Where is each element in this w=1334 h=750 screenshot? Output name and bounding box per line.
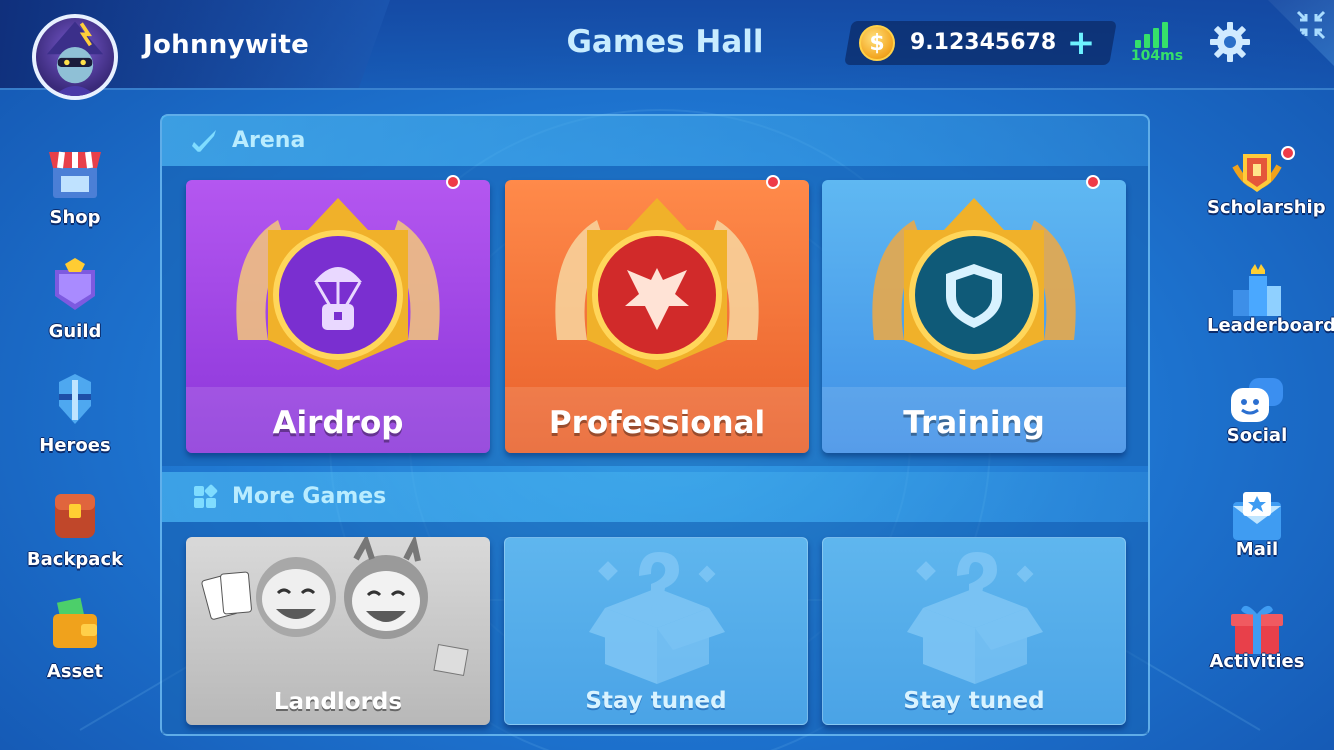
coin-icon: $ <box>859 25 895 61</box>
professional-emblem-icon <box>555 198 759 370</box>
arena-card-professional[interactable]: Professional <box>505 180 809 453</box>
nav-asset[interactable]: Asset <box>25 596 125 686</box>
backpack-icon <box>55 494 95 538</box>
arena-title: Arena <box>232 128 306 153</box>
arena-card-airdrop[interactable]: Airdrop <box>186 180 490 453</box>
game-card-landlords[interactable]: Landlords <box>186 537 490 725</box>
nav-shop-label: Shop <box>49 207 101 228</box>
game-card-stay-tuned-2-label: Stay tuned <box>903 688 1045 714</box>
arena-card-professional-label: Professional <box>548 405 766 441</box>
game-card-stay-tuned-1[interactable]: Stay tuned <box>504 537 808 725</box>
nav-social[interactable]: Social <box>1207 374 1307 464</box>
arena-card-airdrop-label: Airdrop <box>272 405 404 441</box>
game-card-stay-tuned-2[interactable]: Stay tuned <box>822 537 1126 725</box>
nav-backpack-label: Backpack <box>26 549 124 570</box>
balance-value: 9.12345678 <box>910 30 1057 55</box>
mystery-box-icon <box>907 552 1043 684</box>
nav-asset-label: Asset <box>46 661 104 682</box>
page-title: Games Hall <box>566 24 764 60</box>
training-emblem-icon <box>872 198 1076 370</box>
nav-mail-label: Mail <box>1235 539 1279 560</box>
arena-card-training[interactable]: Training <box>822 180 1126 453</box>
nav-activities-label: Activities <box>1209 651 1305 672</box>
ping-value: 104ms <box>1130 48 1184 64</box>
grid-icon <box>194 484 218 508</box>
more-games-title: More Games <box>232 484 387 509</box>
nav-scholarship-label: Scholarship <box>1207 197 1326 218</box>
arena-card-training-label: Training <box>903 405 1045 441</box>
nav-guild-label: Guild <box>48 321 102 342</box>
arena-header: Arena <box>162 116 1148 166</box>
leaderboard-icon <box>1233 264 1281 316</box>
training-notification-dot <box>1086 175 1100 189</box>
add-funds-button[interactable]: + <box>1066 26 1096 60</box>
more-games-header: More Games <box>162 472 1148 522</box>
arena-swords-icon <box>192 130 216 152</box>
game-card-landlords-label: Landlords <box>273 689 403 715</box>
nav-shop[interactable]: Shop <box>25 142 125 232</box>
signal-icon <box>1135 20 1175 48</box>
nav-heroes-label: Heroes <box>39 435 111 456</box>
nav-activities[interactable]: Activities <box>1207 600 1307 690</box>
guild-icon <box>55 258 95 310</box>
landlords-art <box>201 537 469 676</box>
nav-social-label: Social <box>1226 425 1288 446</box>
game-card-stay-tuned-1-label: Stay tuned <box>585 688 727 714</box>
professional-notification-dot <box>766 175 780 189</box>
avatar[interactable] <box>32 14 118 100</box>
shop-icon <box>49 151 101 198</box>
nav-backpack[interactable]: Backpack <box>25 484 125 574</box>
nav-mail[interactable]: Mail <box>1207 488 1307 578</box>
username: Johnnywite <box>143 30 310 60</box>
airdrop-emblem-icon <box>236 198 440 370</box>
nav-leaderboard[interactable]: Leaderboard <box>1207 262 1334 352</box>
nav-heroes[interactable]: Heroes <box>25 370 125 460</box>
mystery-box-icon <box>589 552 725 684</box>
nav-guild[interactable]: Guild <box>25 256 125 346</box>
settings-gear-icon[interactable] <box>1208 20 1252 64</box>
heroes-icon <box>59 374 91 424</box>
nav-scholarship[interactable]: Scholarship <box>1207 146 1326 236</box>
asset-icon <box>53 597 97 648</box>
nav-leaderboard-label: Leaderboard <box>1207 315 1334 336</box>
airdrop-notification-dot <box>446 175 460 189</box>
scholarship-notification-dot <box>1281 146 1295 160</box>
